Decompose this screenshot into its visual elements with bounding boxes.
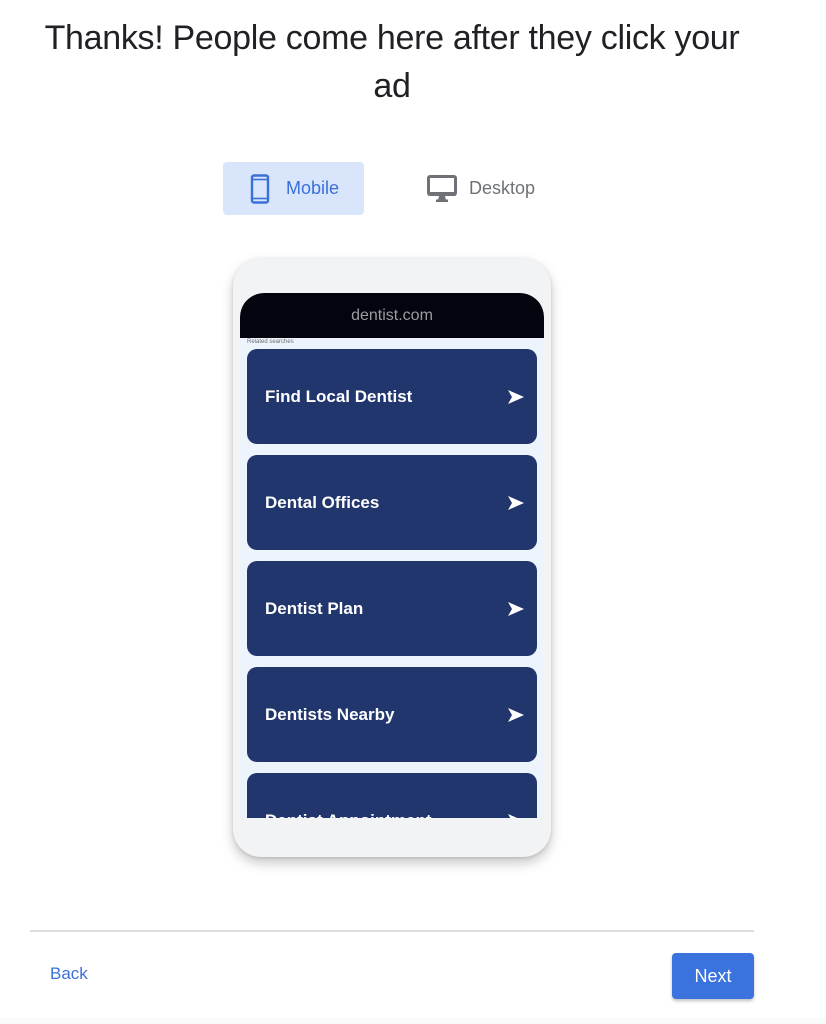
page-title: Thanks! People come here after they clic… xyxy=(44,19,740,105)
related-search-item[interactable]: Find Local Dentist xyxy=(247,349,537,444)
related-search-item[interactable]: Dentist Appointment xyxy=(247,773,537,818)
url-bar: dentist.com xyxy=(240,293,544,338)
related-search-label: Dental Offices xyxy=(265,492,380,512)
related-search-label: Find Local Dentist xyxy=(265,386,413,406)
smartphone-icon xyxy=(249,173,271,204)
desktop-toggle-label: Desktop xyxy=(469,178,536,198)
mobile-preview-frame: dentist.com Related searches Find Local … xyxy=(233,258,551,857)
related-searches-label: Related searches xyxy=(247,339,294,345)
back-button[interactable]: Back xyxy=(50,964,88,984)
mobile-toggle-label: Mobile xyxy=(286,178,340,198)
related-search-label: Dentist Plan xyxy=(265,598,364,618)
related-search-item[interactable]: Dentists Nearby xyxy=(247,667,537,762)
arrow-right-icon xyxy=(507,813,525,818)
arrow-right-icon xyxy=(507,389,525,405)
mobile-preview-screen[interactable]: dentist.com Related searches Find Local … xyxy=(240,293,544,818)
desktop-monitor-icon xyxy=(427,174,457,204)
related-search-item[interactable]: Dentist Plan xyxy=(247,561,537,656)
related-search-label: Dentists Nearby xyxy=(265,704,395,724)
footer-divider xyxy=(30,930,754,932)
desktop-toggle-button[interactable]: Desktop xyxy=(420,162,560,215)
related-search-item[interactable]: Dental Offices xyxy=(247,455,537,550)
arrow-right-icon xyxy=(507,707,525,723)
related-search-label: Dentist Appointment xyxy=(265,811,432,819)
url-text: dentist.com xyxy=(351,306,433,324)
arrow-right-icon xyxy=(507,495,525,511)
arrow-right-icon xyxy=(507,601,525,617)
mobile-toggle-button[interactable]: Mobile xyxy=(223,162,364,215)
page-bottom-edge xyxy=(0,1018,826,1024)
next-button[interactable]: Next xyxy=(672,953,754,999)
